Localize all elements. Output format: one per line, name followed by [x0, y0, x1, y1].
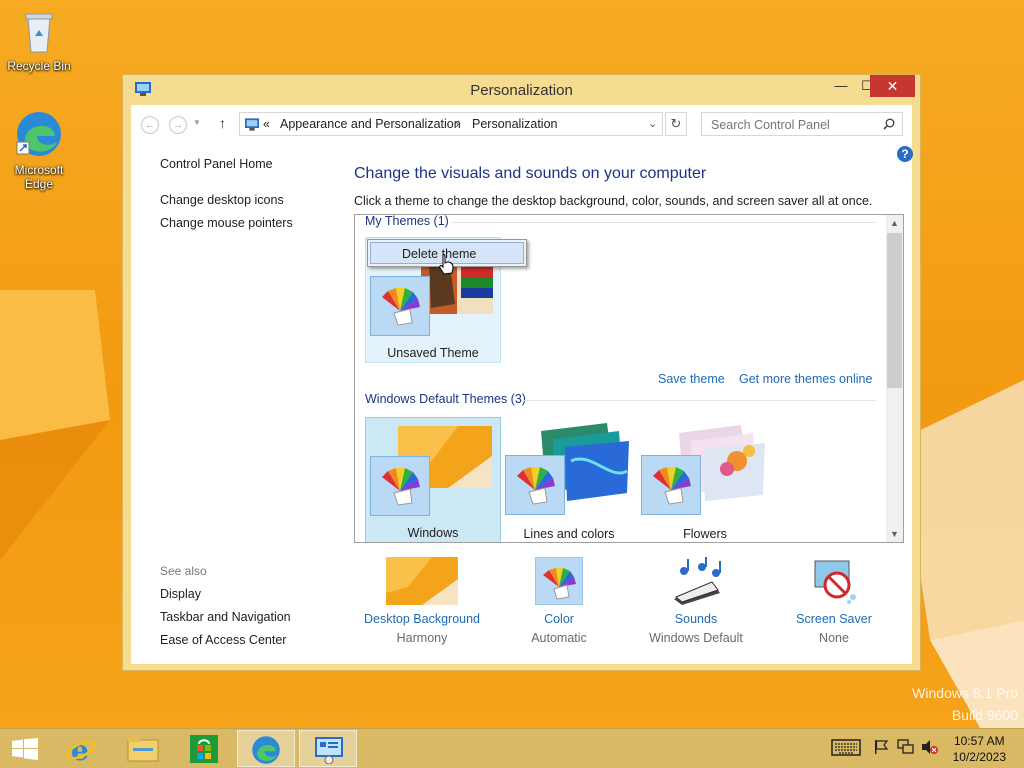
sounds-value: Windows Default [649, 631, 743, 645]
change-mouse-pointers-link[interactable]: Change mouse pointers [160, 216, 293, 230]
back-button[interactable]: ← [141, 116, 159, 134]
group-divider [451, 222, 876, 223]
taskbar-navigation-link[interactable]: Taskbar and Navigation [160, 610, 291, 624]
context-menu: Delete theme [367, 239, 527, 275]
taskbar-control-panel[interactable] [299, 730, 357, 767]
scroll-up-icon[interactable]: ▲ [886, 218, 903, 228]
theme-tile-windows[interactable]: Windows [365, 417, 501, 542]
minimize-button[interactable]: — [828, 75, 854, 97]
desktop-icon-label: Microsoft Edge [14, 163, 64, 191]
theme-name: Windows [407, 526, 459, 540]
taskbar-file-explorer[interactable] [114, 730, 172, 767]
theme-name: Flowers [683, 527, 727, 541]
page-title: Change the visuals and sounds on your co… [354, 165, 707, 182]
title-bar[interactable]: Personalization — ☐ ✕ [123, 75, 920, 105]
start-button[interactable] [0, 730, 58, 767]
color-icon [534, 556, 584, 606]
edge-icon [16, 112, 61, 156]
recycle-bin-icon [25, 13, 53, 53]
address-dropdown-icon[interactable]: ⌄ [648, 117, 657, 130]
my-themes-header: My Themes (1) [365, 214, 449, 228]
control-panel-icon [245, 118, 259, 131]
touch-keyboard-icon[interactable] [831, 737, 861, 760]
sounds-icon [674, 557, 721, 605]
action-center-flag-icon[interactable] [873, 739, 889, 758]
watermark-edition: Windows 8.1 Pro [912, 685, 1018, 701]
theme-tile-lines-and-colors[interactable]: Lines and colors [501, 417, 637, 542]
control-panel-icon [315, 737, 343, 764]
taskbar-internet-explorer[interactable]: e [52, 730, 110, 767]
taskbar: e 10:57 AM 10/2/2023 [0, 728, 1024, 768]
color-item[interactable]: Color Automatic [494, 556, 624, 645]
desktop-icon-label: Recycle Bin [7, 59, 71, 73]
window-title: Personalization [470, 82, 573, 99]
color-value: Automatic [531, 631, 587, 645]
color-swatch-icon [370, 276, 430, 336]
network-icon[interactable] [897, 739, 915, 758]
forward-button[interactable]: → [169, 116, 187, 134]
window-client: ← → ▼ ↑ « Appearance and Personalization… [131, 105, 913, 664]
windows-logo-icon [12, 738, 38, 760]
default-themes-header: Windows Default Themes (3) [365, 392, 526, 406]
close-button[interactable]: ✕ [870, 75, 915, 97]
address-bar[interactable]: « Appearance and Personalization › Perso… [239, 112, 663, 136]
help-icon[interactable]: ? [897, 146, 913, 162]
color-swatch-icon [505, 455, 565, 515]
hand-pointer-cursor-icon [439, 254, 454, 275]
screen-saver-label[interactable]: Screen Saver [769, 612, 899, 626]
color-label[interactable]: Color [494, 612, 624, 626]
desktop-background-value: Harmony [396, 631, 448, 645]
group-divider [523, 400, 876, 401]
desktop-background-icon [386, 557, 458, 605]
see-also-header: See also [160, 564, 207, 578]
screen-saver-item[interactable]: Screen Saver None [769, 557, 899, 645]
desktop-background-item[interactable]: Desktop Background Harmony [357, 557, 487, 645]
edge-icon [252, 736, 280, 764]
breadcrumb-appearance[interactable]: Appearance and Personalization [280, 117, 461, 131]
search-input[interactable] [709, 117, 873, 133]
display-link[interactable]: Display [160, 587, 201, 601]
scroll-down-icon[interactable]: ▼ [886, 529, 903, 539]
desktop-icon-recycle-bin[interactable]: Recycle Bin [3, 8, 75, 73]
desktop-icon-edge[interactable]: Microsoft Edge [3, 110, 75, 191]
color-swatch-icon [370, 456, 430, 516]
folder-icon [127, 737, 159, 762]
screen-saver-value: None [819, 631, 849, 645]
change-desktop-icons-link[interactable]: Change desktop icons [160, 193, 284, 207]
search-box[interactable] [701, 112, 903, 136]
desktop-background-label[interactable]: Desktop Background [357, 612, 487, 626]
page-description: Click a theme to change the desktop back… [354, 194, 873, 208]
taskbar-clock[interactable]: 10:57 AM 10/2/2023 [953, 733, 1006, 765]
ease-of-access-link[interactable]: Ease of Access Center [160, 633, 286, 647]
get-more-themes-link[interactable]: Get more themes online [739, 372, 872, 386]
clock-date: 10/2/2023 [952, 750, 1006, 764]
breadcrumb-personalization[interactable]: Personalization [472, 117, 557, 131]
theme-name: Lines and colors [523, 527, 615, 541]
recent-locations-chevron-icon[interactable]: ▼ [193, 118, 201, 127]
theme-list-scrollbar[interactable]: ▲ ▼ [886, 215, 903, 542]
watermark-build: Build 9600 [951, 707, 1018, 723]
breadcrumb-overflow[interactable]: « [263, 117, 270, 131]
sounds-item[interactable]: Sounds Windows Default [631, 557, 761, 645]
color-swatch-icon [641, 455, 701, 515]
scrollbar-thumb[interactable] [887, 233, 902, 388]
os-watermark: Windows 8.1 Pro Build 9600 [912, 682, 1018, 726]
store-icon [190, 735, 218, 763]
theme-tile-flowers[interactable]: Flowers [637, 417, 773, 542]
refresh-button[interactable]: ↻ [665, 112, 687, 136]
save-theme-link[interactable]: Save theme [658, 372, 725, 386]
sounds-label[interactable]: Sounds [631, 612, 761, 626]
clock-time: 10:57 AM [953, 734, 1005, 748]
taskbar-microsoft-edge[interactable] [237, 730, 295, 767]
breadcrumb-separator-icon[interactable]: › [455, 117, 459, 131]
theme-name: Unsaved Theme [387, 346, 479, 360]
screen-saver-icon [814, 560, 856, 604]
search-icon[interactable] [883, 118, 895, 130]
taskbar-store[interactable] [176, 730, 234, 767]
personalization-window: Personalization — ☐ ✕ ← → ▼ ↑ « Appearan… [122, 74, 921, 671]
control-panel-home-link[interactable]: Control Panel Home [160, 157, 273, 171]
volume-muted-icon[interactable] [921, 739, 939, 758]
internet-explorer-icon: e [65, 734, 97, 764]
up-button[interactable]: ↑ [219, 115, 226, 131]
